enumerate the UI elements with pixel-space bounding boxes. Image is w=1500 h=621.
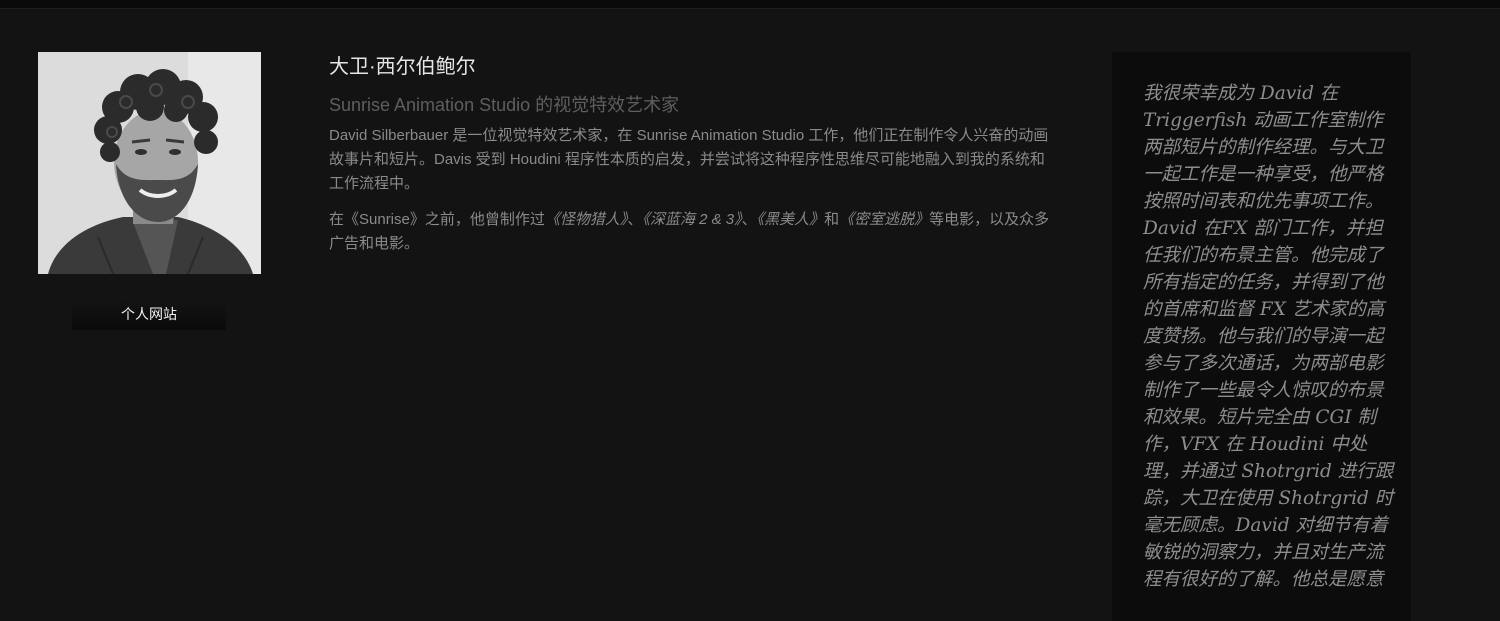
film-title: 《怪物猎人》 (544, 211, 628, 228)
bio-text: 在《Sunrise》之前，他曾制作过 (329, 211, 545, 228)
testimonial-text: 我很荣幸成为 David 在 Triggerfish 动画工作室制作两部短片的制… (1143, 83, 1394, 590)
page: 个人网站 大卫·西尔伯鲍尔 Sunrise Animation Studio 的… (0, 0, 1500, 621)
profile-role: Sunrise Animation Studio 的视觉特效艺术家 (329, 95, 680, 115)
bio-text: 、 (741, 211, 757, 228)
testimonial-panel: 我很荣幸成为 David 在 Triggerfish 动画工作室制作两部短片的制… (1112, 52, 1411, 621)
film-title: 《密室逃脱》 (839, 211, 930, 228)
profile-photo (38, 52, 261, 274)
bio-section: 大卫·西尔伯鲍尔 Sunrise Animation Studio 的视觉特效艺… (329, 52, 1057, 256)
profile-name: 大卫·西尔伯鲍尔 (329, 56, 476, 78)
bio-text: 和 (824, 211, 840, 228)
film-title: 《黑美人》 (756, 211, 825, 228)
bio-paragraph-1: David Silberbauer 是一位视觉特效艺术家，在 Sunrise A… (329, 127, 1049, 192)
bio-text: 、 (627, 211, 643, 228)
bio-paragraph-2: 在《Sunrise》之前，他曾制作过《怪物猎人》、《深蓝海 2 & 3》、《黑美… (329, 208, 1057, 256)
film-title: 《深蓝海 2 & 3》 (642, 211, 742, 228)
top-divider (0, 0, 1500, 9)
personal-website-button[interactable]: 个人网站 (72, 298, 226, 330)
